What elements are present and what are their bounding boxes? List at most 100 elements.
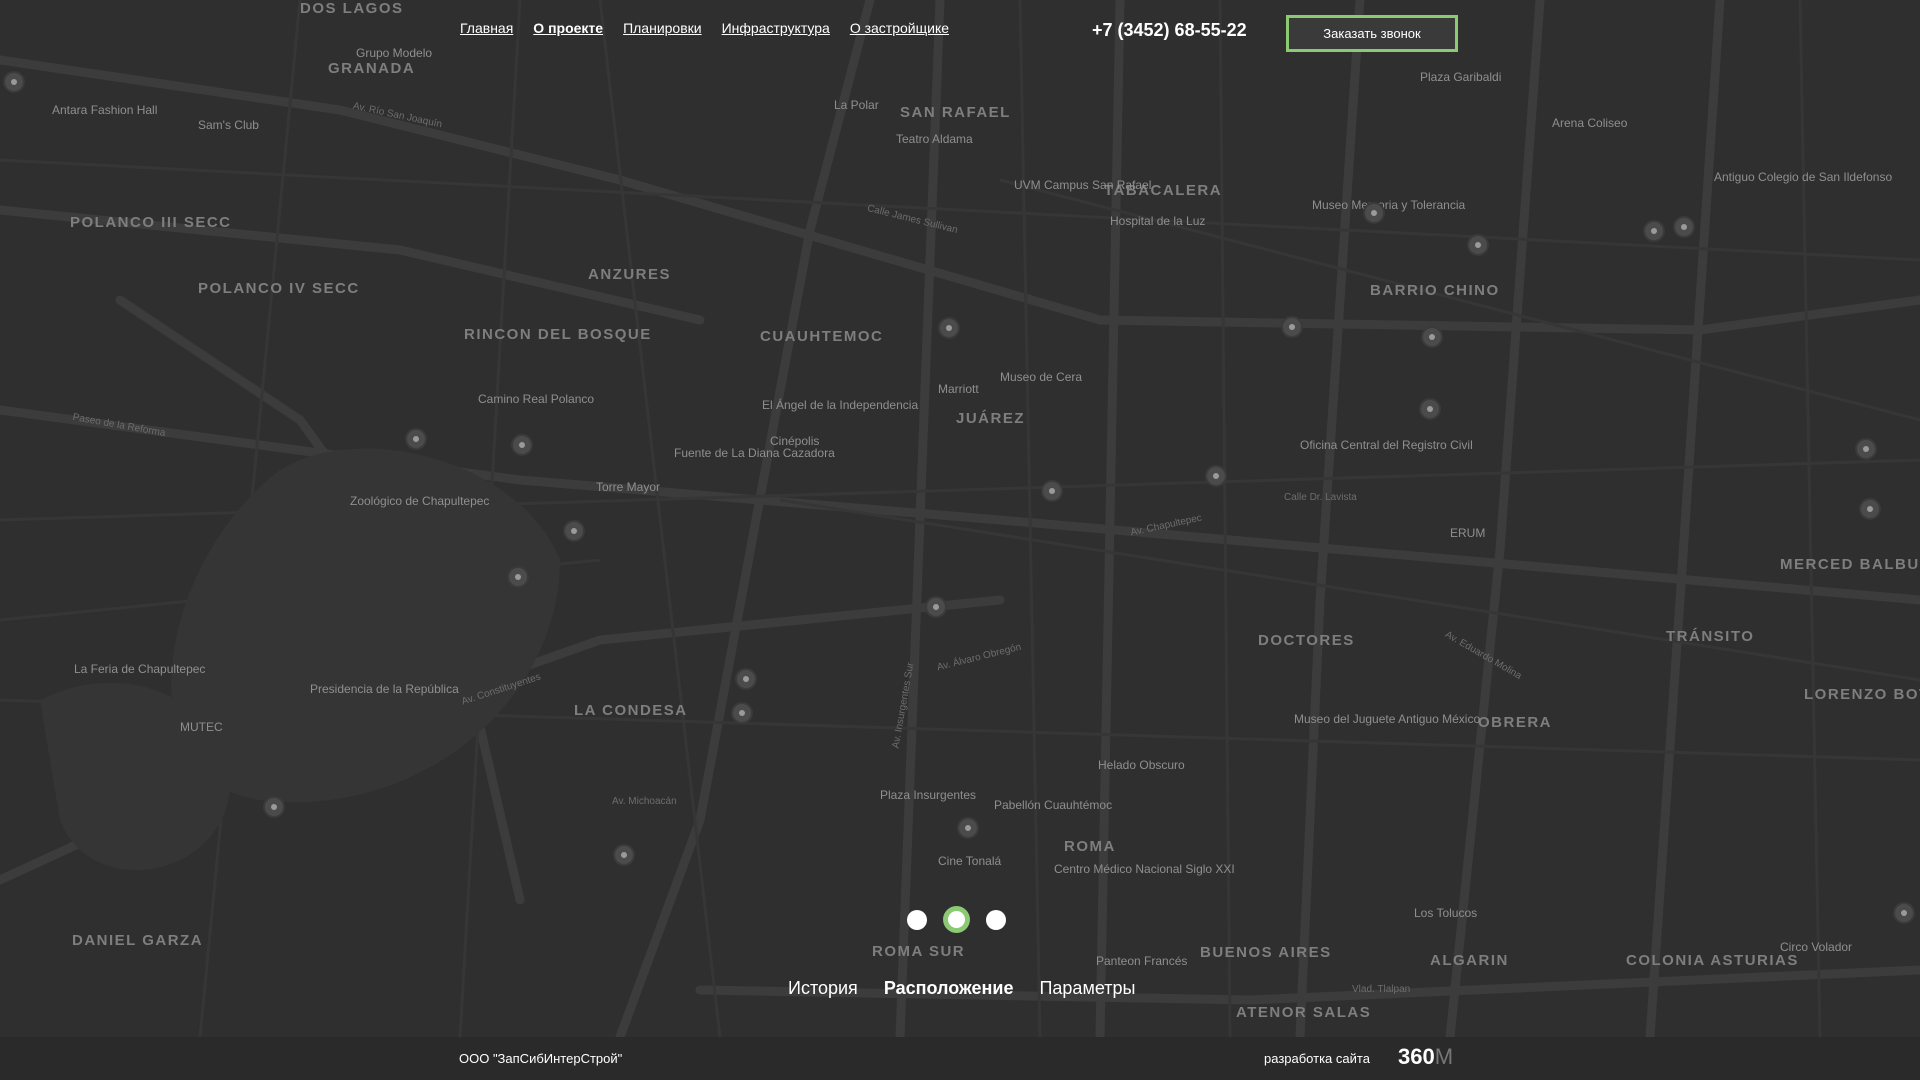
map-poi-label: Oficina Central del Registro Civil xyxy=(1300,438,1473,452)
map-marker-icon[interactable] xyxy=(731,702,753,724)
map-marker-icon[interactable] xyxy=(938,317,960,339)
main-nav: Главная О проекте Планировки Инфраструкт… xyxy=(460,20,969,36)
developer-logo[interactable]: 360M xyxy=(1398,1044,1453,1070)
map-poi-label: Camino Real Polanco xyxy=(478,392,595,406)
map-district-label: DOS LAGOS xyxy=(300,0,404,17)
nav-item-home[interactable]: Главная xyxy=(460,20,513,36)
map-district-label: POLANCO III SECC xyxy=(70,214,232,231)
map-district-label: CUAUHTEMOC xyxy=(760,328,884,345)
map-marker-icon[interactable] xyxy=(1859,498,1881,520)
map-district-label: OBRERA xyxy=(1478,714,1553,731)
map-poi-label: La Polar xyxy=(834,98,879,112)
map-poi-label: Cine Tonalá xyxy=(938,854,1002,868)
map-poi-label: Museo de Cera xyxy=(1000,370,1083,384)
map-marker-icon[interactable] xyxy=(1467,234,1489,256)
map-poi-label: UVM Campus San Rafael xyxy=(1014,178,1152,192)
map-marker-icon[interactable] xyxy=(1893,902,1915,924)
tab-parameters[interactable]: Параметры xyxy=(1039,978,1135,999)
map-poi-label: Los Tolucos xyxy=(1414,906,1478,920)
map-marker-icon[interactable] xyxy=(1205,465,1227,487)
map-marker-icon[interactable] xyxy=(263,796,285,818)
logo-number: 360 xyxy=(1398,1044,1435,1069)
nav-item-layouts[interactable]: Планировки xyxy=(623,20,702,36)
map-poi-label: Marriott xyxy=(938,382,979,396)
slider-dot-active[interactable] xyxy=(943,906,970,933)
request-call-button[interactable]: Заказать звонок xyxy=(1286,15,1458,52)
tab-location[interactable]: Расположение xyxy=(884,978,1014,999)
map-marker-icon[interactable] xyxy=(1673,216,1695,238)
map-poi-label: Hospital de la Luz xyxy=(1110,214,1206,228)
map-poi-label: Antiguo Colegio de San Ildefonso xyxy=(1714,170,1893,184)
map-poi-label: Museo del Juguete Antiguo México xyxy=(1294,712,1481,726)
map-marker-icon[interactable] xyxy=(1421,326,1443,348)
map-district-label: RINCON DEL BOSQUE xyxy=(464,326,652,343)
map-poi-label: Fuente de La Diana Cazadora xyxy=(674,446,835,460)
map-poi-label: Presidencia de la República xyxy=(310,682,459,696)
nav-item-developer[interactable]: О застройщике xyxy=(850,20,949,36)
map-marker-icon[interactable] xyxy=(735,668,757,690)
map-poi-label: Helado Obscuro xyxy=(1098,758,1185,772)
tab-history[interactable]: История xyxy=(788,978,858,999)
map-district-label: DANIEL GARZA xyxy=(72,932,204,949)
map-district-label: ROMA xyxy=(1064,838,1116,855)
map-poi-label: Centro Médico Nacional Siglo XXI xyxy=(1054,862,1235,876)
site-dev-label: разработка сайта xyxy=(1264,1051,1370,1066)
map-marker-icon[interactable] xyxy=(507,566,529,588)
map-district-label: POLANCO IV SECC xyxy=(198,280,360,297)
map-roads xyxy=(0,0,1920,1037)
map-district-label: ROMA SUR xyxy=(872,943,966,960)
map-poi-label: Torre Mayor xyxy=(596,480,661,494)
map-marker-icon[interactable] xyxy=(957,817,979,839)
map-marker-icon[interactable] xyxy=(1855,438,1877,460)
phone-number[interactable]: +7 (3452) 68-55-22 xyxy=(1092,20,1247,41)
map-district-label: TRÁNSITO xyxy=(1666,628,1755,645)
slider-dot[interactable] xyxy=(907,909,927,930)
map-street-label: Av. Michoacán xyxy=(612,796,677,807)
slider-pagination xyxy=(907,906,1006,933)
section-tabs: История Расположение Параметры xyxy=(788,978,1161,999)
map-background[interactable] xyxy=(0,0,1920,1037)
map-poi-label: Teatro Aldama xyxy=(896,132,973,146)
map-street-label: Calle Dr. Lavista xyxy=(1284,492,1357,503)
map-district-label: LORENZO BOTURINI xyxy=(1804,686,1920,703)
map-district-label: SAN RAFAEL xyxy=(900,104,1011,121)
map-marker-icon[interactable] xyxy=(1041,480,1063,502)
map-poi-label: Circo Volador xyxy=(1780,940,1853,954)
map-poi-label: La Feria de Chapultepec xyxy=(74,662,206,676)
map-marker-icon[interactable] xyxy=(511,434,533,456)
map-marker-icon[interactable] xyxy=(405,428,427,450)
map-poi-label: El Ángel de la Independencia xyxy=(762,398,919,412)
company-name: ООО "ЗапСибИнтерСтрой" xyxy=(459,1051,623,1066)
map-marker-icon[interactable] xyxy=(1419,398,1441,420)
map-district-label: ALGARIN xyxy=(1430,952,1509,969)
logo-letter: M xyxy=(1434,1044,1454,1069)
map-poi-label: Panteon Francés xyxy=(1096,954,1188,968)
map-marker-icon[interactable] xyxy=(1363,202,1385,224)
map-marker-icon[interactable] xyxy=(3,71,25,93)
map-marker-icon[interactable] xyxy=(1643,220,1665,242)
nav-item-about[interactable]: О проекте xyxy=(533,20,603,36)
map-district-label: JUÁREZ xyxy=(956,410,1026,427)
map-district-label: LA CONDESA xyxy=(574,702,688,719)
map-district-label: ATENOR SALAS xyxy=(1236,1004,1372,1021)
map-poi-label: Museo Memoria y Tolerancia xyxy=(1312,198,1466,212)
map-poi-label: MUTEC xyxy=(180,720,223,734)
map-district-label: DOCTORES xyxy=(1258,632,1355,649)
slider-dot[interactable] xyxy=(986,909,1006,930)
map-street-label: Vlad. Tlalpan xyxy=(1352,984,1411,995)
footer: ООО "ЗапСибИнтерСтрой" разработка сайта … xyxy=(0,1037,1920,1080)
map-poi-label: Plaza Garibaldi xyxy=(1420,70,1502,84)
map-district-label: GRANADA xyxy=(328,60,416,77)
map-poi-label: Zoológico de Chapultepec xyxy=(350,494,490,508)
map-poi-label: Arena Coliseo xyxy=(1552,116,1628,130)
map-district-label: ANZURES xyxy=(588,266,672,283)
map-marker-icon[interactable] xyxy=(613,844,635,866)
map-poi-label: Antara Fashion Hall xyxy=(52,103,158,117)
nav-item-infrastructure[interactable]: Инфраструктура xyxy=(722,20,830,36)
map-poi-label: ERUM xyxy=(1450,526,1486,540)
map-marker-icon[interactable] xyxy=(563,520,585,542)
map-marker-icon[interactable] xyxy=(925,596,947,618)
map-district-label: MERCED BALBUENA xyxy=(1780,556,1920,573)
map-marker-icon[interactable] xyxy=(1281,316,1303,338)
map-district-label: BARRIO CHINO xyxy=(1370,282,1500,299)
